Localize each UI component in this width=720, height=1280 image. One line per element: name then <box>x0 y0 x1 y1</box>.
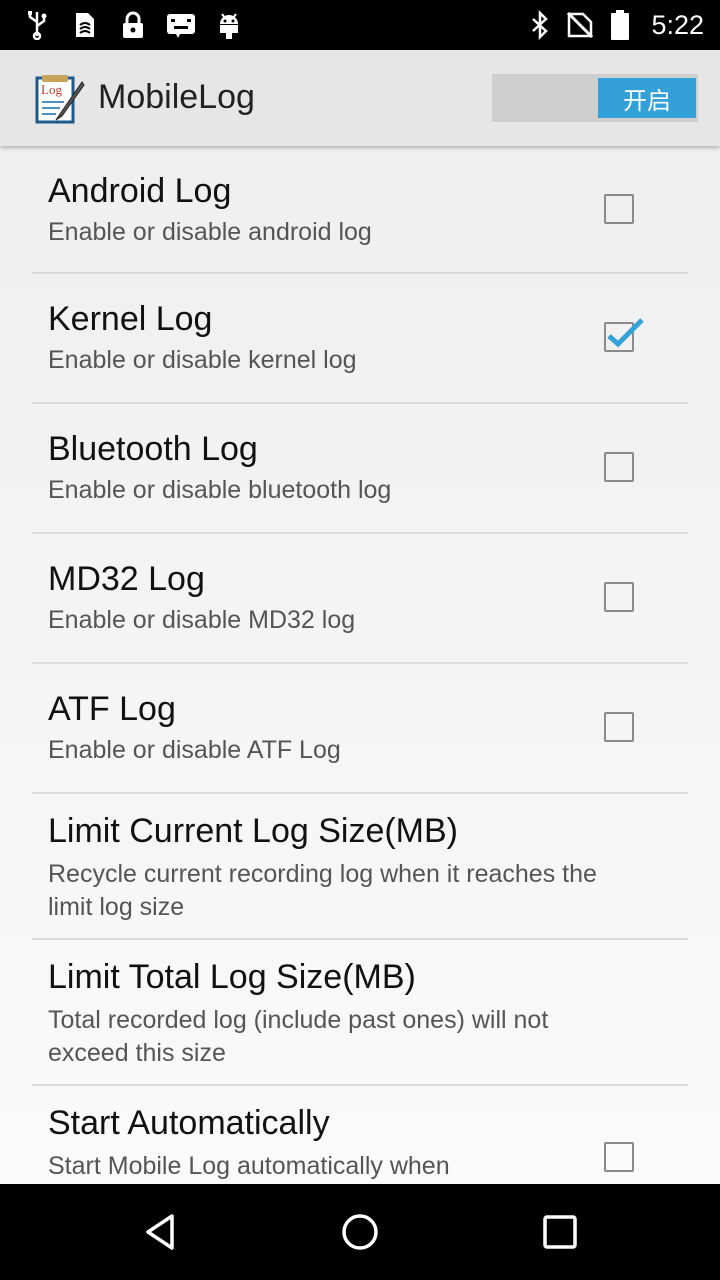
bluetooth-icon <box>525 8 555 42</box>
preference-list[interactable]: Android Log Enable or disable android lo… <box>0 146 720 1184</box>
pref-summary: Total recorded log (include past ones) w… <box>48 1006 549 1067</box>
recents-icon[interactable] <box>536 1208 584 1256</box>
app-title: MobileLog <box>98 78 255 116</box>
svg-text:Log: Log <box>41 82 62 97</box>
no-signal-icon <box>565 8 595 42</box>
home-icon[interactable] <box>336 1208 384 1256</box>
pref-title: Start Automatically <box>48 1104 330 1142</box>
usb-icon <box>22 8 52 42</box>
checkmark-icon <box>607 318 644 348</box>
app-log-icon: Log <box>34 72 88 126</box>
pref-start-automatically[interactable]: Start Automatically Start Mobile Log aut… <box>32 1086 688 1184</box>
pref-md32-log[interactable]: MD32 Log Enable or disable MD32 log <box>32 534 688 664</box>
toggle-label: 开启 <box>623 87 671 115</box>
pref-kernel-log[interactable]: Kernel Log Enable or disable kernel log <box>32 274 688 404</box>
checkbox-start-automatically[interactable] <box>604 1142 634 1172</box>
pref-title: Limit Total Log Size(MB) <box>48 958 416 996</box>
toggle-thumb[interactable]: 开启 <box>598 78 696 118</box>
lock-icon <box>118 8 148 42</box>
pref-summary: Enable or disable MD32 log <box>48 606 356 634</box>
pref-atf-log[interactable]: ATF Log Enable or disable ATF Log <box>32 664 688 794</box>
pref-summary: Start Mobile Log automatically when <box>48 1152 450 1180</box>
pref-title: MD32 Log <box>48 560 205 598</box>
pref-bluetooth-log[interactable]: Bluetooth Log Enable or disable bluetoot… <box>32 404 688 534</box>
navigation-bar <box>0 1184 720 1280</box>
battery-icon <box>605 8 635 42</box>
pref-summary: Enable or disable android log <box>48 218 372 246</box>
back-icon[interactable] <box>136 1208 184 1256</box>
checkbox-atf-log[interactable] <box>604 712 634 742</box>
pref-title: Limit Current Log Size(MB) <box>48 812 459 850</box>
pref-summary: Recycle current recording log when it re… <box>48 860 597 921</box>
sim-card-icon <box>70 8 100 42</box>
pref-limit-current-log-size[interactable]: Limit Current Log Size(MB) Recycle curre… <box>32 794 688 940</box>
checkbox-bluetooth-log[interactable] <box>604 452 634 482</box>
pref-title: Android Log <box>48 172 232 210</box>
status-bar: 5:22 <box>0 0 720 50</box>
checkbox-kernel-log[interactable] <box>604 318 644 352</box>
pref-limit-total-log-size[interactable]: Limit Total Log Size(MB) Total recorded … <box>32 940 688 1086</box>
notification-icons <box>22 8 262 42</box>
pref-summary: Enable or disable kernel log <box>48 346 357 374</box>
android-debug-icon <box>214 8 244 42</box>
checkbox-android-log[interactable] <box>604 194 634 224</box>
master-log-toggle[interactable]: 开启 <box>492 74 698 122</box>
action-bar: Log MobileLog 开启 <box>0 50 720 146</box>
pref-summary: Enable or disable ATF Log <box>48 736 341 764</box>
pref-title: Kernel Log <box>48 300 213 338</box>
pref-title: Bluetooth Log <box>48 430 258 468</box>
pref-title: ATF Log <box>48 690 176 728</box>
keyboard-icon <box>166 8 196 42</box>
checkbox-md32-log[interactable] <box>604 582 634 612</box>
pref-android-log[interactable]: Android Log Enable or disable android lo… <box>32 146 688 274</box>
pref-summary: Enable or disable bluetooth log <box>48 476 392 504</box>
system-status-icons: 5:22 <box>525 0 704 50</box>
clock: 5:22 <box>651 9 704 40</box>
